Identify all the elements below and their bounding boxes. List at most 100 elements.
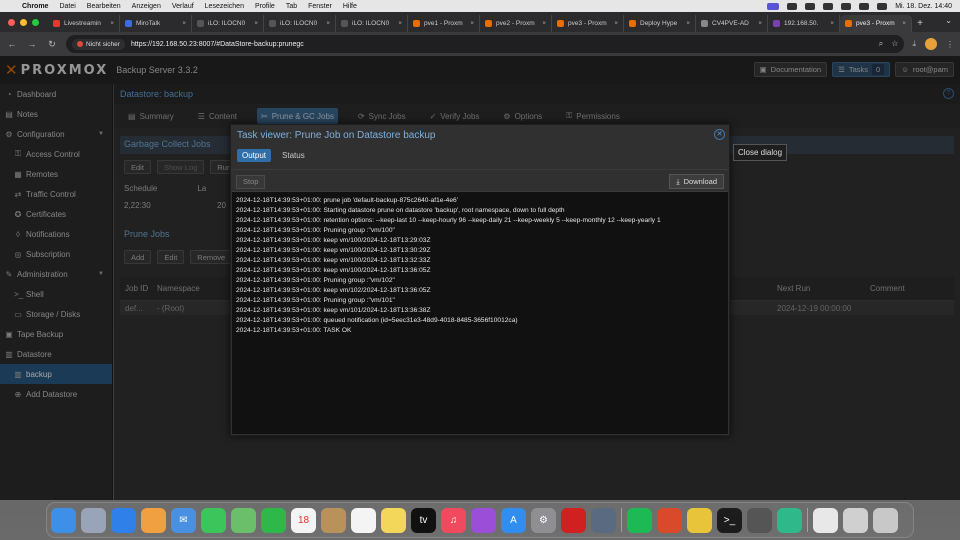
reload-icon[interactable]: ↻ [46,39,58,50]
browser-menu-icon[interactable]: ⋮ [946,40,954,49]
tab-label: MiroTalk [136,20,161,27]
browser-tab[interactable]: MiroTalk × [120,15,192,32]
notes-app-icon[interactable] [381,507,406,533]
xmind-icon[interactable] [657,507,682,533]
calculator-icon[interactable] [747,507,772,533]
calendar-icon[interactable]: 18 [291,507,316,533]
chrome-icon[interactable] [687,507,712,533]
close-tab-icon[interactable]: × [470,20,474,27]
download-icon: ⤓ [676,176,680,186]
close-tab-icon[interactable]: × [614,20,618,27]
reminders-icon[interactable] [351,507,376,533]
back-icon[interactable]: ← [6,39,18,49]
close-tab-icon[interactable]: × [542,20,546,27]
tab-status[interactable]: Status [277,149,310,162]
browser-toolbar: ← → ↻ Nicht sicher https://192.168.50.23… [0,32,960,56]
url-text[interactable]: https://192.168.50.23:8007/#DataStore-ba… [131,41,304,48]
close-tab-icon[interactable]: × [182,20,186,27]
menu-app-name[interactable]: Chrome [22,3,48,10]
browser-tab[interactable]: iLO: ILOCN0 × [264,15,336,32]
document-icon[interactable] [813,507,838,533]
mail-icon[interactable]: ✉ [171,507,196,533]
task-log[interactable]: 2024-12-18T14:39:53+01:00: prune job 'de… [232,191,728,434]
dialog-title: Task viewer: Prune Job on Datastore back… [237,129,436,141]
menu-hilfe[interactable]: Hilfe [343,3,357,10]
screen-share-icon[interactable] [767,2,780,10]
task-viewer-dialog: Task viewer: Prune Job on Datastore back… [230,124,730,436]
menu-verlauf[interactable]: Verlauf [172,3,194,10]
bookmark-star-icon[interactable]: ☆ [891,39,898,49]
new-tab-button[interactable]: + [912,15,928,32]
menu-anzeigen[interactable]: Anzeigen [132,3,161,10]
menu-bearbeiten[interactable]: Bearbeiten [87,3,121,10]
download-icon[interactable]: ⤓ [912,39,916,49]
appstore-icon[interactable]: A [501,507,526,533]
tab-favicon-icon [413,20,420,27]
close-tab-icon[interactable]: × [902,20,906,27]
stop-button[interactable]: Stop [236,174,266,189]
forward-icon[interactable]: → [26,39,38,49]
close-tab-icon[interactable]: × [110,20,114,27]
browser-tab[interactable]: Livestreamin × [48,15,120,32]
browser-tab[interactable]: 192.168.50. × [768,15,840,32]
download-label: Download [683,177,717,186]
browser-tab[interactable]: iLO: ILOCN0 × [192,15,264,32]
zoom-window-icon[interactable] [32,18,39,26]
address-bar[interactable]: Nicht sicher https://192.168.50.23:8007/… [66,35,905,53]
close-tab-icon[interactable]: × [830,20,834,27]
zoom-icon[interactable]: ⌕ [879,39,883,49]
photos-icon[interactable] [141,507,166,533]
log-line: 2024-12-18T14:39:53+01:00: keep vm/102/2… [236,287,431,294]
menu-datei[interactable]: Datei [59,3,75,10]
maps-icon[interactable] [231,507,256,533]
menu-lesezeichen[interactable]: Lesezeichen [205,3,244,10]
browser-tab[interactable]: pve1 - Proxm × [408,15,480,32]
preview-icon[interactable] [843,507,868,533]
close-tab-icon[interactable]: × [254,20,258,27]
finder-icon[interactable] [51,507,76,533]
messages-icon[interactable] [201,507,226,533]
close-window-icon[interactable] [8,18,15,26]
minimize-window-icon[interactable] [20,18,27,26]
terminal-icon[interactable]: >_ [717,507,742,533]
search-icon[interactable] [859,2,870,10]
clock[interactable]: Mi. 18. Dez. 14:40 [895,3,952,10]
trash-icon[interactable] [873,507,898,533]
browser-tab[interactable]: pve3 - Proxm × [840,15,912,32]
spotify-icon[interactable] [627,507,652,533]
podcasts-icon[interactable] [471,507,496,533]
sync-icon[interactable] [777,507,802,533]
download-button[interactable]: ⤓ Download [669,174,724,189]
quicktime-icon[interactable] [591,507,616,533]
launchpad-icon[interactable] [81,507,106,533]
menu-profile[interactable]: Profile [255,3,275,10]
close-tab-icon[interactable]: × [398,20,402,27]
control-center-icon[interactable] [877,2,888,10]
battery-icon[interactable] [823,2,834,10]
browser-tab[interactable]: pve3 - Proxm × [552,15,624,32]
browser-tab[interactable]: CV4PVE-AD × [696,15,768,32]
menu-fenster[interactable]: Fenster [308,3,332,10]
music-icon[interactable]: ♫ [441,507,466,533]
bluetooth-icon[interactable] [805,2,816,10]
settings-icon[interactable]: ⚙ [531,507,556,533]
close-tab-icon[interactable]: × [326,20,330,27]
volume-icon[interactable] [787,2,798,10]
profile-avatar[interactable] [925,38,937,50]
safari-icon[interactable] [111,507,136,533]
browser-tab[interactable]: Deploy Hype × [624,15,696,32]
close-tab-icon[interactable]: × [686,20,690,27]
security-indicator[interactable]: Nicht sicher [72,38,125,50]
antivirus-icon[interactable] [561,507,586,533]
close-icon[interactable]: ✕ [714,129,725,140]
tab-search-icon[interactable]: ⌄ [945,16,952,25]
tab-output[interactable]: Output [237,148,272,162]
contacts-icon[interactable] [321,507,346,533]
appletv-icon[interactable]: tv [411,507,436,533]
wifi-icon[interactable] [841,2,852,10]
menu-tab[interactable]: Tab [286,3,297,10]
browser-tab[interactable]: iLO: ILOCN0 × [336,15,408,32]
close-tab-icon[interactable]: × [758,20,762,27]
browser-tab[interactable]: pve2 - Proxm × [480,15,552,32]
facetime-icon[interactable] [261,507,286,533]
